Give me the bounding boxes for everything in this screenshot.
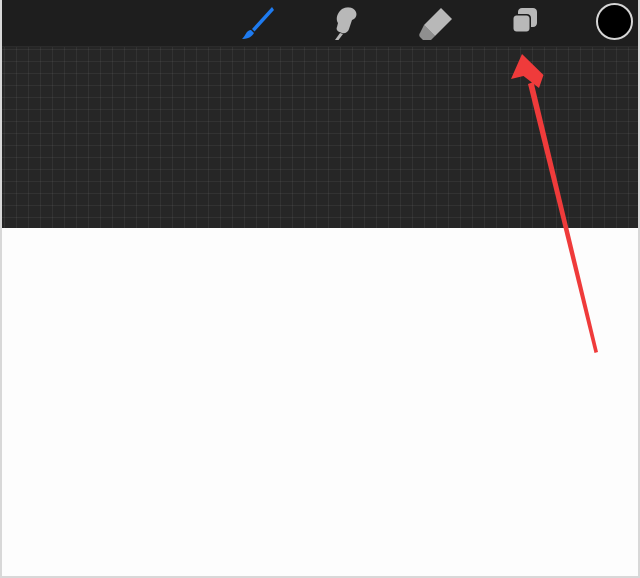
- smudge-icon: [335, 7, 357, 40]
- layers-button[interactable]: [502, 3, 546, 43]
- color-picker-swatch[interactable]: [596, 3, 633, 40]
- procreate-screen: [0, 0, 640, 578]
- eraser-tool-button[interactable]: [414, 3, 458, 43]
- top-toolbar: [2, 0, 638, 47]
- brush-icon: [242, 7, 274, 39]
- eraser-icon: [419, 8, 452, 40]
- layers-icon: [512, 8, 537, 33]
- canvas-grid-area[interactable]: [2, 47, 638, 228]
- smudge-tool-button[interactable]: [324, 3, 368, 43]
- brush-tool-button[interactable]: [235, 3, 279, 43]
- canvas-blank-area[interactable]: [2, 228, 638, 576]
